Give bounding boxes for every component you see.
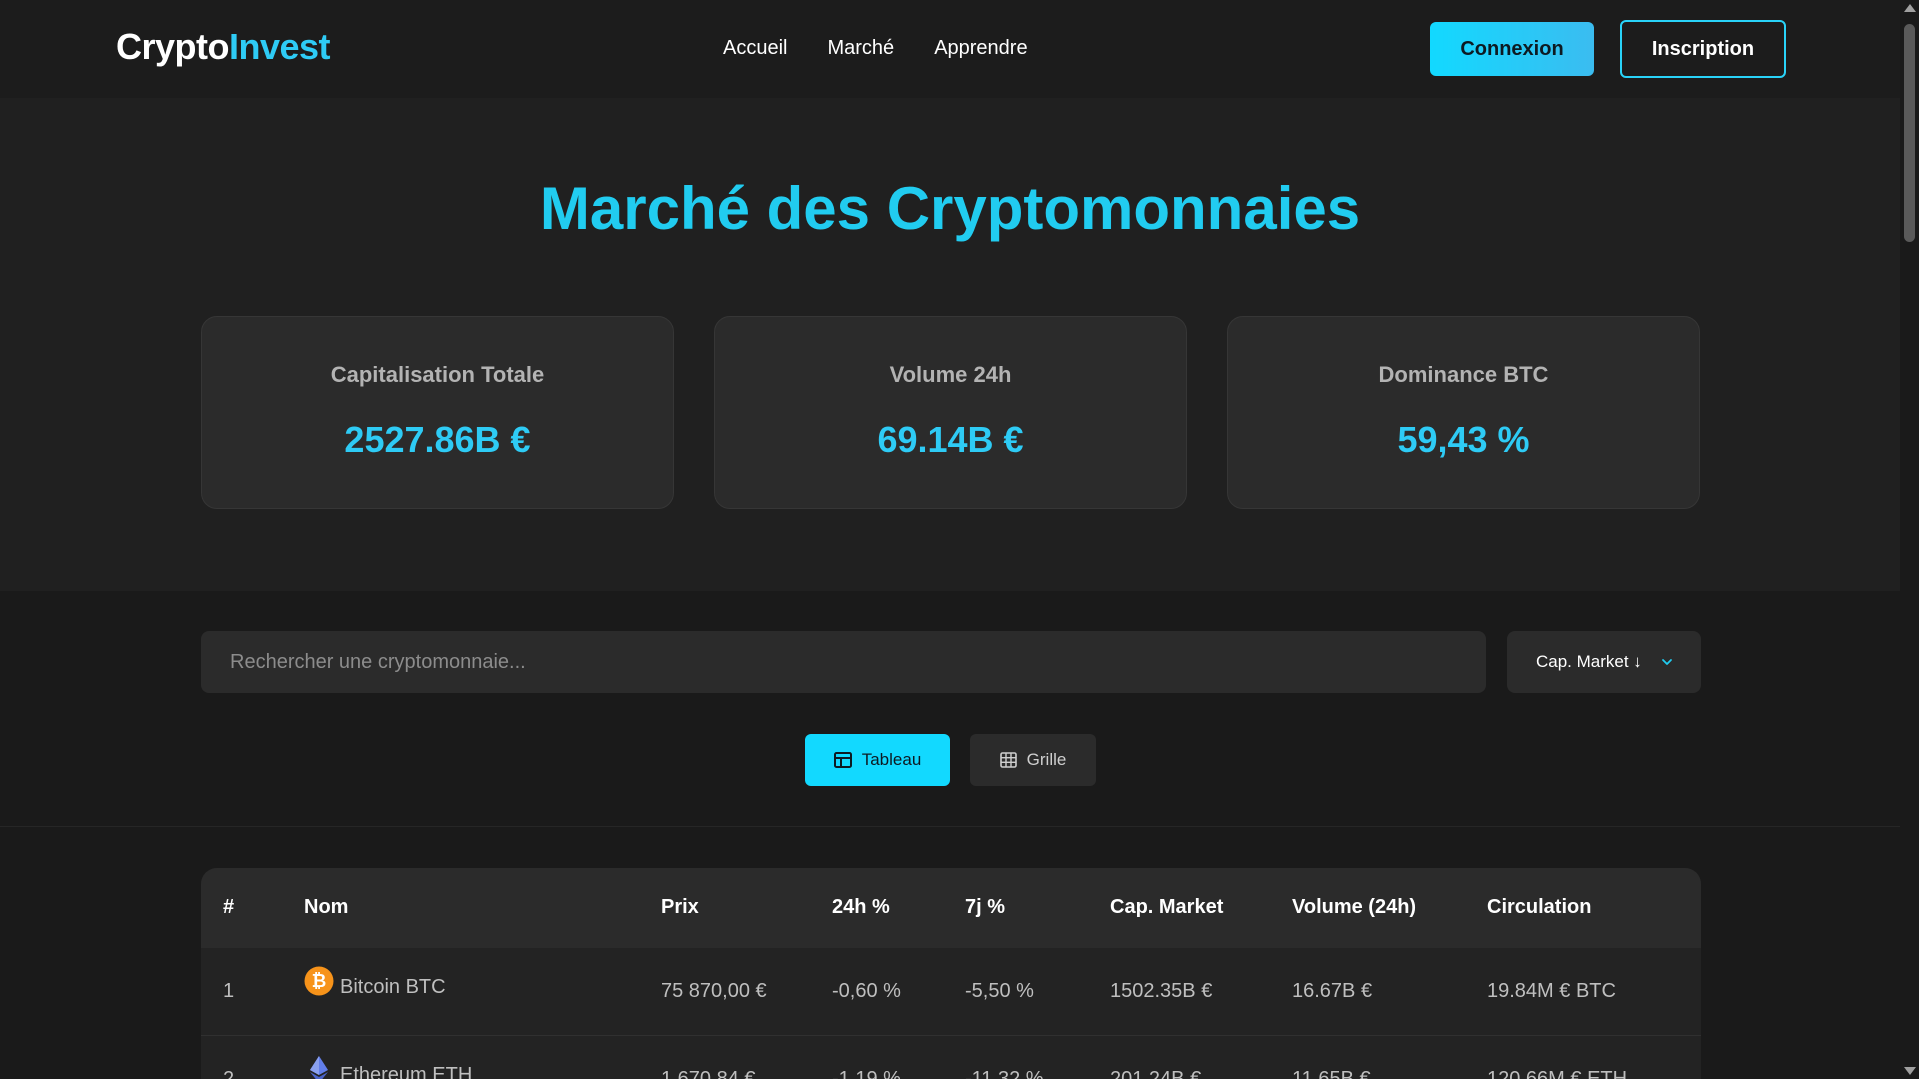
svg-text:₿: ₿ — [312, 971, 327, 992]
grid-icon — [999, 752, 1017, 768]
table-icon — [833, 752, 852, 768]
row-circulation: 19.84M € BTC — [1487, 980, 1616, 1002]
nav-link-accueil[interactable]: Accueil — [723, 37, 787, 60]
controls-section: Cap. Market ↓ Tableau Grille — [0, 591, 1900, 827]
crypto-table: # Nom Prix 24h % 7j % Cap. Market Volume… — [201, 868, 1701, 1079]
column-header-market-cap[interactable]: Cap. Market — [1110, 896, 1223, 919]
row-rank: 1 — [223, 980, 235, 1002]
chevron-down-icon — [1662, 659, 1672, 665]
scrollbar-thumb[interactable] — [1904, 24, 1915, 242]
coin-name-cell: ₿ Bitcoin BTC — [304, 966, 446, 1002]
bitcoin-icon: ₿ — [304, 966, 334, 996]
logo[interactable]: CryptoInvest — [116, 26, 331, 68]
row-change-24h: -1,19 % — [832, 1068, 901, 1079]
coin-name-cell: Ethereum ETH — [304, 1056, 473, 1079]
scroll-down-arrow-icon[interactable] — [1904, 1067, 1916, 1075]
stat-card-btc-dominance: Dominance BTC 59,43 % — [1227, 316, 1700, 509]
ethereum-icon — [310, 1056, 328, 1079]
row-change-24h: -0,60 % — [832, 980, 901, 1002]
stat-value: 59,43 % — [1397, 419, 1530, 460]
column-header-price[interactable]: Prix — [661, 896, 699, 919]
stat-card-volume: Volume 24h 69.14B € — [714, 316, 1187, 509]
sort-label: Cap. Market ↓ — [1536, 652, 1642, 671]
login-button[interactable]: Connexion — [1430, 22, 1594, 76]
column-header-name[interactable]: Nom — [304, 896, 348, 919]
coin-name: Bitcoin BTC — [340, 975, 446, 998]
page: CryptoInvest Accueil Marché Apprendre Co… — [0, 0, 1919, 1079]
column-header-circulation[interactable]: Circulation — [1487, 896, 1591, 919]
signup-button[interactable]: Inscription — [1620, 20, 1786, 78]
row-volume: 11.65B € — [1292, 1068, 1371, 1079]
view-grid-label: Grille — [1026, 750, 1067, 769]
stat-value: 69.14B € — [877, 419, 1024, 460]
row-price: 1 670,84 € — [661, 1068, 756, 1079]
stat-label: Volume 24h — [889, 362, 1012, 387]
column-header-7d[interactable]: 7j % — [965, 896, 1005, 919]
nav-links: Accueil Marché Apprendre — [723, 37, 1028, 60]
stat-label: Capitalisation Totale — [330, 362, 545, 387]
nav-link-apprendre[interactable]: Apprendre — [934, 37, 1027, 60]
coin-name: Ethereum ETH — [340, 1063, 473, 1079]
search-input[interactable] — [201, 631, 1486, 693]
row-volume: 16.67B € — [1292, 980, 1373, 1002]
row-rank: 2 — [223, 1068, 235, 1079]
sort-select[interactable]: Cap. Market ↓ — [1507, 631, 1701, 693]
row-price: 75 870,00 € — [661, 980, 767, 1002]
row-circulation: 120.66M € ETH — [1487, 1068, 1628, 1079]
logo-crypto: Crypto — [116, 26, 230, 67]
stat-value: 2527.86B € — [344, 419, 531, 460]
column-header-24h[interactable]: 24h % — [832, 896, 890, 919]
logo-invest: Invest — [229, 26, 331, 67]
table-row[interactable]: 1 ₿ Bitcoin BTC 75 870,00 € -0,60 % -5,5… — [201, 948, 1701, 1036]
column-header-volume[interactable]: Volume (24h) — [1292, 896, 1416, 919]
column-header-rank[interactable]: # — [223, 896, 234, 919]
row-change-7d: -11,32 % — [965, 1068, 1044, 1079]
stat-card-market-cap: Capitalisation Totale 2527.86B € — [201, 316, 674, 509]
row-change-7d: -5,50 % — [965, 980, 1034, 1002]
view-table-label: Tableau — [861, 750, 922, 769]
hero-section: Marché des Cryptomonnaies Capitalisation… — [0, 98, 1900, 591]
scrollbar[interactable] — [1900, 0, 1919, 1079]
table-header: # Nom Prix 24h % 7j % Cap. Market Volume… — [201, 868, 1701, 948]
page-title: Marché des Cryptomonnaies — [539, 175, 1361, 242]
table-row[interactable]: 2 Ethereum ETH 1 670,84 € -1,19 % -11,32… — [201, 1036, 1701, 1079]
row-market-cap: 201.24B € — [1110, 1068, 1202, 1079]
navbar: CryptoInvest Accueil Marché Apprendre Co… — [0, 0, 1900, 98]
view-table-button[interactable]: Tableau — [805, 734, 950, 786]
scroll-up-arrow-icon[interactable] — [1904, 4, 1916, 12]
stat-label: Dominance BTC — [1378, 362, 1549, 387]
view-grid-button[interactable]: Grille — [970, 734, 1096, 786]
nav-link-marche[interactable]: Marché — [827, 37, 894, 60]
row-market-cap: 1502.35B € — [1110, 980, 1213, 1002]
